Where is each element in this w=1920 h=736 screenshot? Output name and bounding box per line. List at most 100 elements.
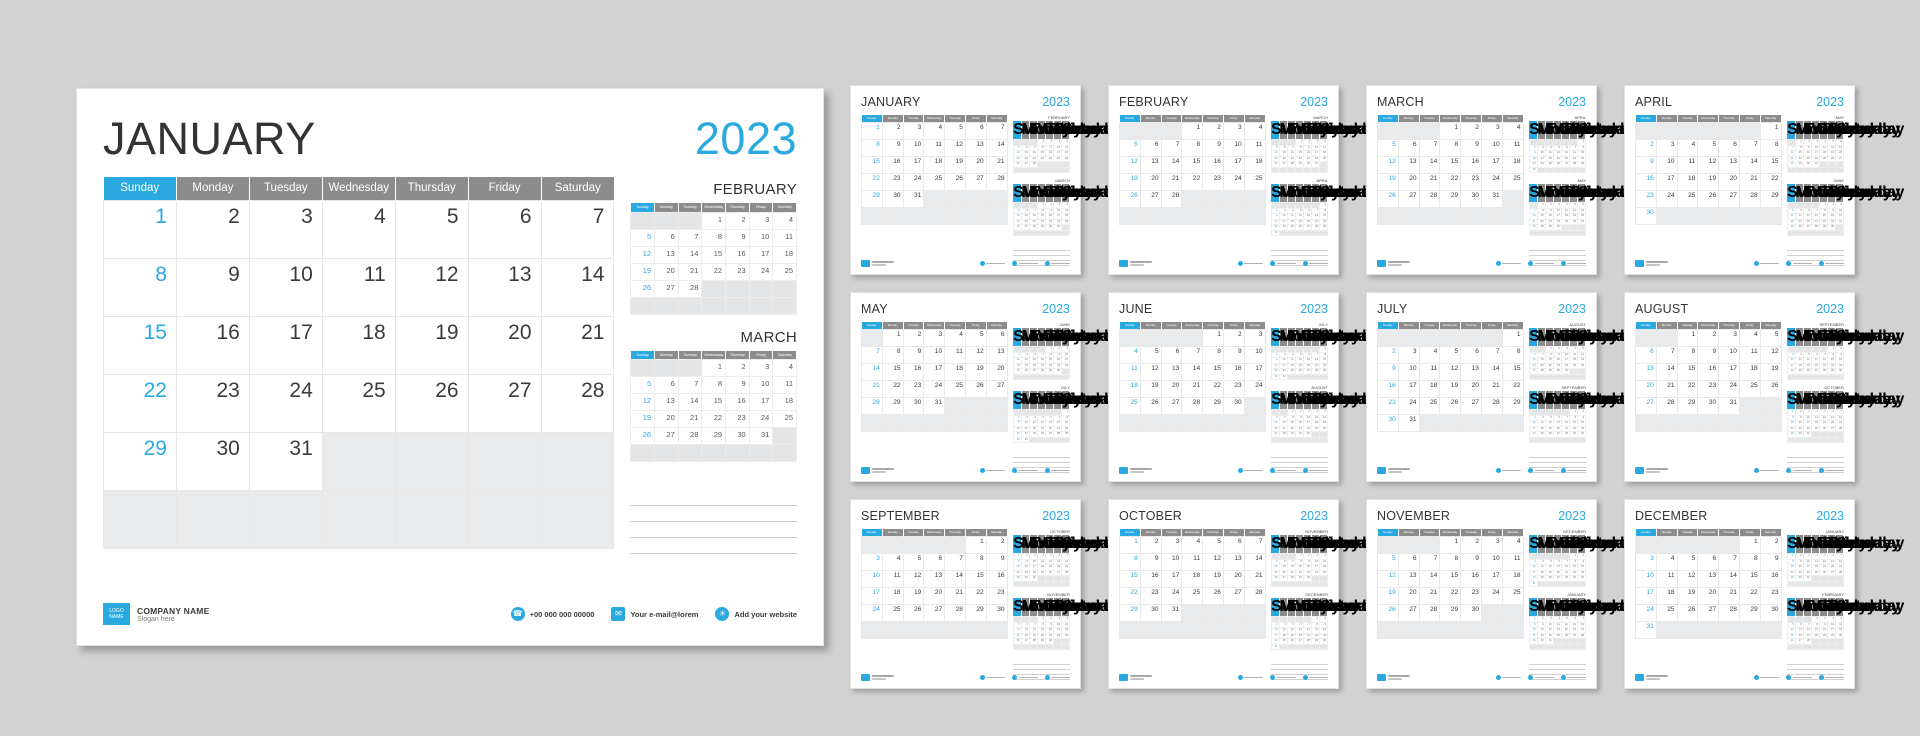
month-card-march[interactable]: MARCH 2023 Sunday Monday Tuesday Wednesday Thu… [1366, 85, 1646, 275]
day-cell[interactable]: 11 [1676, 155, 1699, 174]
empty-cell[interactable] [1528, 229, 1538, 236]
day-cell[interactable]: 24 [1222, 172, 1245, 191]
day-cell[interactable]: 3 [248, 199, 323, 259]
day-cell[interactable]: 7 [1418, 552, 1441, 571]
empty-cell[interactable] [1501, 620, 1524, 639]
empty-cell[interactable] [1012, 373, 1022, 380]
empty-cell[interactable] [1786, 643, 1796, 650]
day-cell[interactable]: 10 [861, 569, 883, 588]
empty-cell[interactable] [1826, 580, 1836, 587]
empty-cell[interactable] [467, 431, 542, 491]
empty-cell[interactable] [1802, 373, 1812, 380]
day-cell[interactable]: 31 [1397, 413, 1420, 432]
empty-cell[interactable] [1818, 229, 1828, 236]
day-cell[interactable]: 22 [701, 410, 727, 428]
day-cell[interactable]: 5 [964, 328, 987, 347]
empty-cell[interactable] [467, 489, 542, 549]
day-cell[interactable]: 1 [1439, 535, 1462, 554]
day-cell[interactable]: 10 [1222, 138, 1245, 157]
day-cell[interactable]: 5 [944, 121, 966, 140]
empty-cell[interactable] [1544, 166, 1554, 173]
empty-cell[interactable] [1418, 620, 1441, 639]
day-cell[interactable]: 1 [1676, 328, 1699, 347]
day-cell[interactable]: 25 [1119, 396, 1141, 415]
card-contact[interactable] [1302, 261, 1328, 266]
day-cell[interactable]: 19 [902, 586, 925, 605]
day-cell[interactable]: 20 [654, 410, 679, 428]
day-cell[interactable]: 15 [701, 393, 727, 411]
day-cell[interactable]: 16 [881, 155, 904, 174]
day-cell[interactable]: 11 [1418, 362, 1441, 381]
empty-cell[interactable] [677, 444, 703, 462]
day-cell[interactable]: 26 [1119, 189, 1141, 208]
day-cell[interactable]: 31 [248, 431, 323, 491]
day-cell[interactable]: 4 [1501, 535, 1524, 554]
empty-cell[interactable] [1576, 373, 1587, 380]
empty-cell[interactable] [1397, 620, 1420, 639]
day-cell[interactable]: 18 [1243, 155, 1266, 174]
day-cell[interactable]: 22 [1501, 379, 1524, 398]
day-cell[interactable]: 27 [1139, 189, 1162, 208]
day-cell[interactable]: 3 [1635, 552, 1657, 571]
empty-cell[interactable] [1044, 166, 1054, 173]
empty-cell[interactable] [1544, 436, 1554, 443]
day-cell[interactable]: 4 [1501, 121, 1524, 140]
day-cell[interactable]: 22 [1119, 586, 1141, 605]
day-cell[interactable]: 9 [725, 228, 750, 247]
day-cell[interactable]: 8 [861, 138, 883, 157]
day-cell[interactable]: 24 [861, 603, 883, 622]
day-cell[interactable]: 13 [654, 245, 679, 264]
day-cell[interactable]: 7 [1480, 345, 1503, 364]
day-cell[interactable]: 13 [467, 257, 542, 317]
day-cell[interactable]: 18 [1501, 569, 1524, 588]
day-cell[interactable]: 1 [701, 359, 727, 377]
empty-cell[interactable] [1568, 436, 1578, 443]
empty-cell[interactable] [1786, 580, 1796, 587]
empty-cell[interactable] [1397, 206, 1420, 225]
day-cell[interactable]: 18 [923, 155, 946, 174]
empty-cell[interactable] [1552, 229, 1562, 236]
day-cell[interactable]: 6 [1397, 552, 1420, 571]
empty-cell[interactable] [1834, 373, 1845, 380]
empty-cell[interactable] [1397, 328, 1420, 347]
day-cell[interactable]: 15 [1759, 155, 1782, 174]
day-cell[interactable]: 8 [701, 376, 727, 394]
day-cell[interactable]: 24 [1655, 189, 1678, 208]
empty-cell[interactable] [1020, 166, 1030, 173]
empty-cell[interactable] [1012, 166, 1022, 173]
empty-cell[interactable] [103, 489, 177, 549]
day-cell[interactable]: 21 [540, 315, 615, 375]
empty-cell[interactable] [985, 620, 1008, 639]
empty-cell[interactable] [944, 413, 966, 432]
day-cell[interactable]: 10 [1718, 345, 1740, 364]
card-contact[interactable] [979, 468, 1005, 473]
day-cell[interactable]: 13 [1397, 155, 1420, 174]
empty-cell[interactable] [1544, 643, 1554, 650]
empty-cell[interactable] [630, 444, 656, 462]
day-cell[interactable]: 11 [1243, 138, 1266, 157]
day-cell[interactable]: 28 [677, 279, 703, 298]
empty-cell[interactable] [1802, 436, 1812, 443]
day-cell[interactable]: 19 [1377, 172, 1399, 191]
day-cell[interactable]: 26 [1377, 189, 1399, 208]
card-contact[interactable] [1495, 261, 1521, 266]
day-cell[interactable]: 6 [1139, 138, 1162, 157]
empty-cell[interactable] [1060, 580, 1071, 587]
day-cell[interactable]: 25 [1418, 396, 1441, 415]
day-cell[interactable]: 4 [1243, 121, 1266, 140]
day-cell[interactable]: 4 [1181, 535, 1204, 554]
empty-cell[interactable] [1044, 373, 1054, 380]
day-cell[interactable]: 27 [654, 427, 679, 445]
card-contact[interactable] [1786, 261, 1812, 266]
day-cell[interactable]: 16 [1222, 362, 1245, 381]
card-contact[interactable] [1302, 675, 1328, 680]
empty-cell[interactable] [654, 296, 679, 315]
day-cell[interactable]: 26 [902, 603, 925, 622]
day-cell[interactable]: 12 [902, 569, 925, 588]
day-cell[interactable]: 9 [1377, 362, 1399, 381]
day-cell[interactable]: 12 [1139, 362, 1162, 381]
day-cell[interactable]: 11 [1655, 569, 1678, 588]
empty-cell[interactable] [1222, 413, 1245, 432]
day-cell[interactable]: 18 [1181, 569, 1204, 588]
day-cell[interactable]: 31 [1160, 603, 1183, 622]
